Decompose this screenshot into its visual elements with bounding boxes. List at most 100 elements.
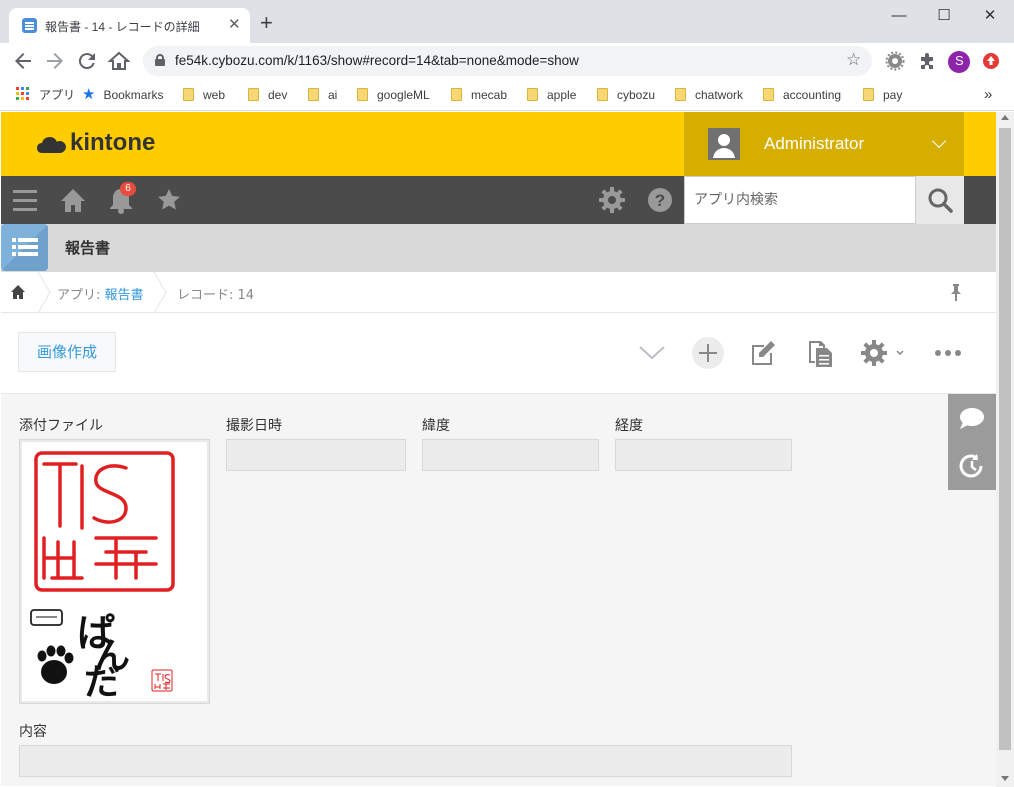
record-settings-button[interactable] (860, 339, 908, 370)
svg-text:?: ? (655, 191, 665, 210)
breadcrumb-app-link[interactable]: 報告書 (105, 288, 144, 303)
gear-dropdown-icon (861, 340, 904, 366)
bookmark-mecab[interactable]: mecab (451, 86, 507, 104)
update-icon[interactable] (981, 51, 1001, 71)
breadcrumb-separator (153, 272, 167, 313)
back-button[interactable] (11, 49, 35, 73)
star-icon: ★ (82, 86, 96, 103)
copy-document-icon (809, 341, 832, 367)
user-name: Administrator (764, 134, 865, 153)
comments-button[interactable] (948, 394, 996, 442)
breadcrumb-home-button[interactable] (10, 284, 26, 303)
bookmark-web[interactable]: web (183, 86, 225, 104)
more-options-button[interactable] (934, 345, 962, 364)
breadcrumb: アプリ: 報告書 レコード: 14 (1, 272, 996, 313)
notifications-button[interactable]: 6 (107, 176, 137, 224)
favorites-button[interactable] (155, 176, 183, 224)
pin-button[interactable] (950, 284, 962, 304)
hamburger-menu-icon (13, 190, 37, 211)
breadcrumb-separator (37, 272, 51, 313)
longitude-field-value (615, 439, 792, 471)
user-avatar (708, 128, 740, 160)
scroll-up-arrow-icon[interactable] (1001, 115, 1009, 120)
app-icon[interactable] (1, 224, 48, 271)
bookmarks-overflow-button[interactable]: » (984, 86, 992, 104)
bookmark-accounting[interactable]: accounting (763, 86, 841, 104)
new-tab-button[interactable]: + (260, 12, 273, 34)
folder-icon (357, 88, 368, 101)
kintone-logo-text: kintone (70, 129, 156, 156)
bookmark-apple[interactable]: apple (527, 86, 576, 104)
browser-tab[interactable]: 報告書 - 14 - レコードの詳細 ✕ (9, 8, 250, 43)
bookmark-chatwork[interactable]: chatwork (675, 86, 743, 104)
home-icon (61, 189, 85, 212)
star-icon (158, 189, 180, 210)
comment-bubble-icon (960, 408, 984, 429)
scroll-down-arrow-icon[interactable] (1001, 776, 1009, 781)
chevron-down-icon (639, 346, 665, 360)
folder-icon (527, 88, 538, 101)
hanko-panda-image: ぱ ん だ (30, 451, 175, 703)
history-button[interactable] (948, 442, 996, 490)
apps-grid-icon (16, 87, 29, 100)
settings-button[interactable] (598, 176, 626, 224)
profile-avatar[interactable]: S (948, 51, 970, 73)
portal-home-button[interactable] (59, 176, 87, 224)
bookmark-ai[interactable]: ai (308, 86, 337, 104)
bookmark-cybozu[interactable]: cybozu (597, 86, 655, 104)
minimize-button[interactable]: — (876, 5, 922, 27)
collapse-button[interactable] (638, 340, 666, 369)
reload-button[interactable] (75, 49, 99, 73)
help-button[interactable]: ? (646, 176, 674, 224)
extensions-puzzle-icon[interactable] (917, 51, 937, 71)
lock-icon (155, 54, 165, 66)
scrollbar-thumb[interactable] (999, 128, 1011, 750)
bookmark-apps[interactable]: アプリ (16, 86, 75, 104)
create-image-button[interactable]: 画像作成 (18, 332, 116, 372)
kintone-cloud-logo-icon (37, 137, 66, 153)
add-record-button[interactable] (692, 337, 724, 372)
bookmark-star-icon[interactable]: ☆ (846, 50, 861, 70)
user-menu[interactable]: Administrator (684, 112, 964, 176)
content-field-value (19, 745, 792, 777)
browser-toolbar: fe54k.cybozu.com/k/1163/show#record=14&t… (0, 43, 1014, 80)
reload-icon (78, 53, 95, 70)
app-title-bar (1, 224, 996, 272)
search-button[interactable] (916, 176, 964, 224)
bookmark-dev[interactable]: dev (248, 86, 287, 104)
close-window-button[interactable]: ✕ (967, 5, 1013, 27)
latitude-field-label: 緯度 (422, 418, 450, 434)
list-app-icon (1, 224, 48, 271)
forward-button[interactable] (43, 49, 67, 73)
home-icon (11, 285, 25, 299)
tab-close-button[interactable]: ✕ (228, 15, 241, 33)
bookmarks-bar: アプリ ★ Bookmarks web dev ai googleML mecab… (0, 80, 1014, 111)
folder-icon (248, 88, 259, 101)
maximize-button[interactable]: ☐ (921, 5, 967, 27)
app-search-box (684, 176, 916, 224)
attachment-thumbnail[interactable]: ぱ ん だ (22, 442, 207, 703)
breadcrumb-app: アプリ: 報告書 (57, 288, 144, 303)
menu-button[interactable] (11, 176, 39, 224)
help-icon: ? (648, 188, 672, 212)
bookmark-googleml[interactable]: googleML (357, 86, 430, 104)
duplicate-record-button[interactable] (806, 338, 834, 371)
tab-title: 報告書 - 14 - レコードの詳細 (45, 20, 200, 34)
content-field-label: 内容 (19, 724, 47, 740)
folder-icon (763, 88, 774, 101)
kintone-favicon-icon (22, 18, 37, 33)
extension-gear-icon[interactable] (885, 51, 905, 71)
home-button[interactable] (107, 49, 131, 73)
longitude-field-label: 経度 (615, 418, 643, 434)
address-bar[interactable]: fe54k.cybozu.com/k/1163/show#record=14&t… (143, 46, 872, 76)
app-search-input[interactable] (685, 177, 915, 223)
edit-record-button[interactable] (749, 338, 777, 371)
folder-icon (597, 88, 608, 101)
url-text: fe54k.cybozu.com/k/1163/show#record=14&t… (175, 53, 579, 68)
bookmark-pay[interactable]: pay (863, 86, 902, 104)
folder-icon (863, 88, 874, 101)
bookmark-bookmarks[interactable]: ★ Bookmarks (82, 86, 163, 104)
folder-icon (675, 88, 686, 101)
handwriting-da: だ (84, 662, 120, 701)
folder-icon (308, 88, 319, 101)
